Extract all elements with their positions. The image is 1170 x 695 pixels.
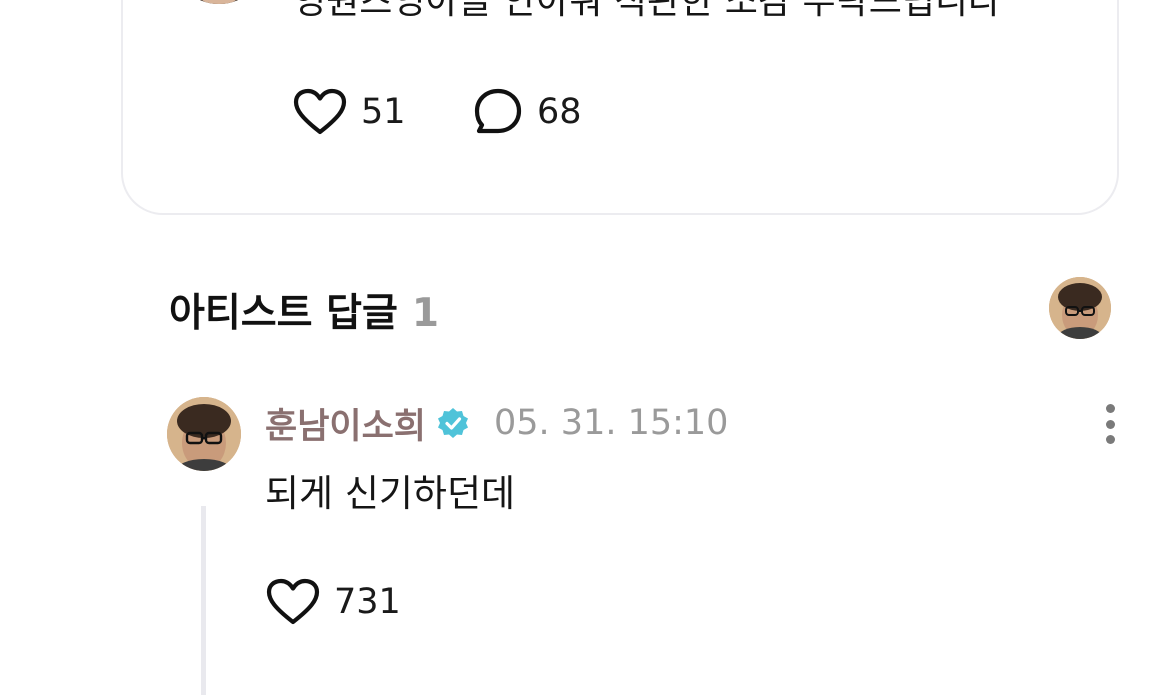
verified-badge-icon	[438, 408, 469, 438]
post-like-count: 51	[361, 92, 406, 132]
more-vertical-icon-dot	[1105, 435, 1115, 444]
post-like-button[interactable]: 51	[293, 88, 473, 136]
heart-icon	[266, 578, 320, 625]
artist-replies-title: 아티스트 답글	[169, 291, 398, 336]
avatar-photo-icon	[1049, 277, 1111, 339]
post-author-avatar[interactable]	[171, 0, 267, 4]
reply-author-name[interactable]: 훈남이소희	[265, 398, 426, 449]
post-actions: 51 68	[293, 84, 582, 140]
comment-thread-screen: 영원즈엉아들 안아줘 직관한 소감 부탁드립니다 51 68 아티스트 답글 1	[0, 0, 1170, 695]
reply-like-button[interactable]: 731	[266, 578, 401, 626]
heart-icon	[293, 88, 347, 135]
post-comment-button[interactable]: 68	[473, 87, 582, 137]
artist-avatar[interactable]	[1049, 277, 1111, 339]
artist-replies-header: 아티스트 답글 1	[169, 282, 439, 338]
reply-body-text: 되게 신기하던데	[265, 472, 516, 515]
post-comment-count: 68	[537, 92, 582, 132]
thread-line	[201, 506, 206, 695]
artist-replies-count: 1	[411, 291, 439, 336]
more-options-button[interactable]	[1094, 404, 1126, 444]
reply-like-count: 731	[334, 582, 401, 622]
avatar-photo-icon	[167, 397, 241, 471]
speech-bubble-icon	[474, 88, 522, 134]
post-body-text: 영원즈엉아들 안아줘 직관한 소감 부탁드립니다	[293, 0, 1002, 22]
reply-meta: 훈남이소희 05. 31. 15:10	[265, 398, 728, 448]
avatar-photo-icon	[171, 0, 267, 4]
post-card: 영원즈엉아들 안아줘 직관한 소감 부탁드립니다 51 68	[121, 0, 1119, 215]
more-vertical-icon-dot	[1105, 419, 1115, 429]
reply-actions: 731	[266, 574, 401, 630]
reply-author-avatar[interactable]	[167, 397, 241, 471]
more-vertical-icon-dot	[1105, 404, 1115, 413]
reply-timestamp: 05. 31. 15:10	[494, 403, 729, 443]
